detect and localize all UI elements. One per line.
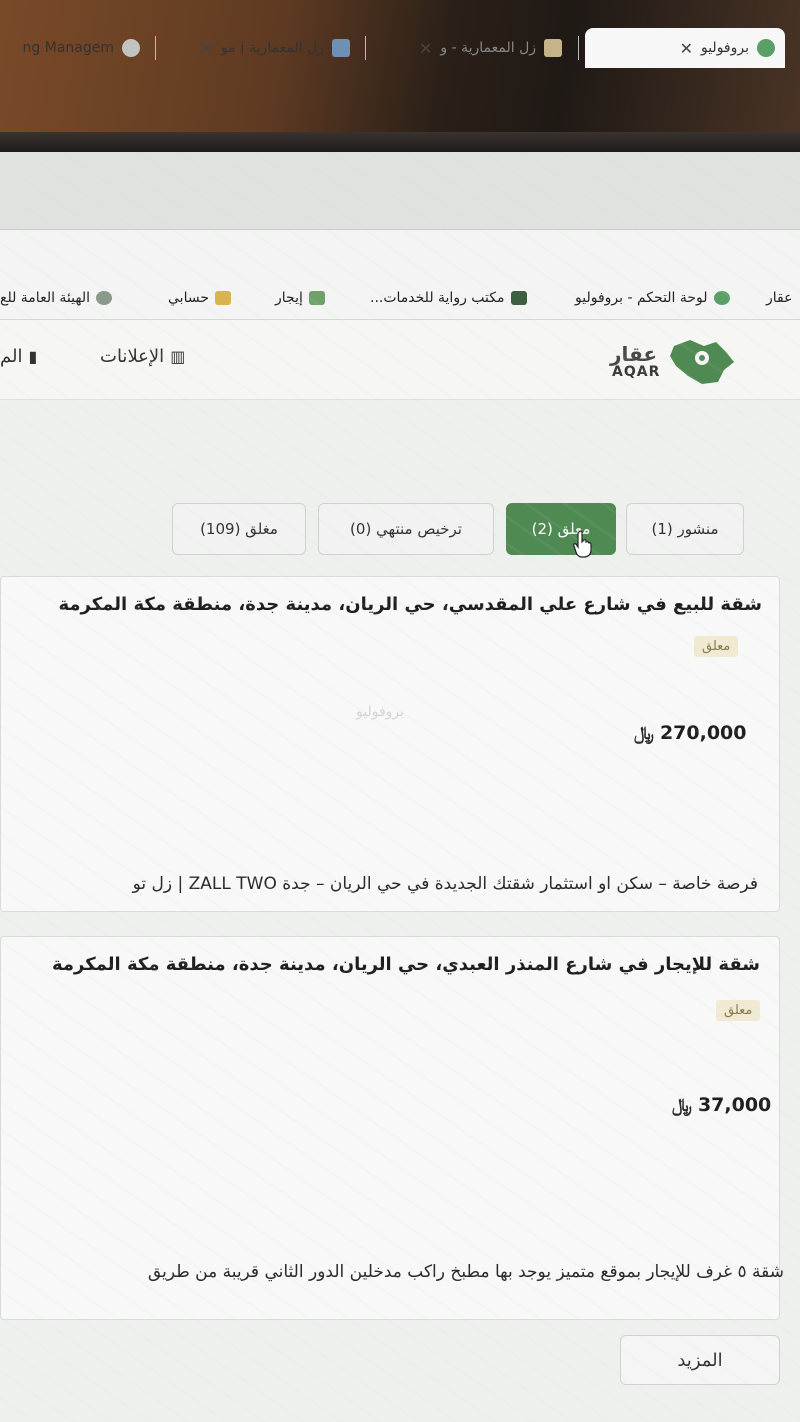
background-room [0, 0, 800, 150]
nav-more[interactable]: ▮ الم [0, 346, 37, 367]
project-link[interactable]: شقة ٥ غرف للإيجار بموقع متميز يوجد بها م… [148, 1262, 784, 1282]
price-value: 270,000 [659, 722, 747, 744]
logo-text-ar: عقار [610, 342, 658, 366]
ejar-icon [308, 291, 325, 305]
close-icon[interactable]: ✕ [199, 39, 212, 58]
account-icon [214, 291, 231, 305]
bookmark-account[interactable]: حسابي [168, 290, 231, 306]
filter-label: منشور (1) [651, 520, 719, 538]
bookmark-label: عقار [766, 290, 793, 306]
profolio-icon [713, 291, 730, 305]
bookmark-icon [510, 291, 527, 305]
close-icon[interactable]: ✕ [419, 39, 432, 58]
listing-title[interactable]: شقة للبيع في شارع علي المقدسي، حي الريان… [58, 594, 762, 615]
tab-zall-2[interactable]: زل المعمارية - و ✕ [372, 28, 572, 68]
logo-text-en: AQAR [612, 364, 661, 380]
bookmark-authority[interactable]: الهيئة العامة للع [0, 290, 112, 306]
project-link[interactable]: فرصة خاصة – سكن او استثمار شقتك الجديدة … [133, 874, 758, 894]
filter-label: مغلق (109) [200, 520, 278, 538]
bookmark-rewaya[interactable]: مكتب رواية للخدمات... [370, 290, 527, 306]
bookmark-aqar[interactable]: عقار [766, 290, 792, 306]
watermark: بروفوليو [356, 704, 405, 720]
filter-label: ترخيص منتهي (0) [350, 520, 462, 538]
nav-ads[interactable]: ▥ الإعلانات [100, 346, 185, 367]
bookmark-ejar[interactable]: إيجار [275, 290, 325, 306]
price-value: 37,000 [697, 1094, 772, 1116]
tab-label: ng Managem [22, 40, 114, 56]
tab-management[interactable]: ng Managem [0, 28, 150, 68]
tab-label: بروفوليو [700, 40, 749, 56]
tab-label: زل المعمارية | مو [220, 40, 324, 56]
site-icon [544, 39, 562, 57]
riyal-icon: ﷼ [634, 722, 654, 744]
hand-cursor-icon [573, 530, 592, 558]
filter-expired-license[interactable]: ترخيص منتهي (0) [318, 503, 494, 555]
status-badge: معلق [694, 636, 739, 657]
bookmarks-bar [0, 230, 800, 320]
building-icon: ▥ [170, 347, 186, 366]
tab-profolio[interactable]: بروفوليو ✕ [585, 28, 785, 68]
riyal-icon: ﷼ [672, 1094, 692, 1116]
status-badge: معلق [716, 1000, 761, 1021]
map-logo-icon [670, 340, 734, 384]
monitor-bezel [0, 132, 800, 154]
close-icon[interactable]: ✕ [680, 39, 693, 58]
profolio-icon [757, 39, 775, 57]
filter-pending[interactable]: معلق (2) [506, 503, 616, 555]
nav-label: الإعلانات [100, 346, 165, 367]
listing-price: ﷼ 270,000 [634, 722, 746, 744]
bookmark-dashboard[interactable]: لوحة التحكم - بروفوليو [575, 290, 730, 306]
listing-price: ﷼ 37,000 [672, 1094, 771, 1116]
site-icon [332, 39, 350, 57]
nav-label: الم [0, 346, 23, 367]
tab-zall-1[interactable]: زل المعمارية | مو ✕ [160, 28, 360, 68]
more-button[interactable]: المزيد [620, 1335, 780, 1385]
bookmark-label: مكتب رواية للخدمات... [370, 290, 505, 306]
bookmark-label: لوحة التحكم - بروفوليو [575, 290, 708, 306]
bookmark-label: إيجار [275, 290, 303, 306]
page-icon [122, 39, 140, 57]
authority-icon [96, 291, 112, 305]
listing-card[interactable] [0, 576, 780, 912]
tab-strip [0, 152, 800, 230]
bookmark-label: الهيئة العامة للع [0, 290, 90, 306]
bookmark-label: حسابي [168, 290, 209, 306]
tab-label: زل المعمارية - و [440, 40, 536, 56]
filter-published[interactable]: منشور (1) [626, 503, 744, 555]
more-button-label: المزيد [677, 1349, 723, 1371]
filter-closed[interactable]: مغلق (109) [172, 503, 306, 555]
listing-title[interactable]: شقة للإيجار في شارع المنذر العبدي، حي ال… [52, 954, 760, 975]
chart-icon: ▮ [28, 347, 38, 366]
